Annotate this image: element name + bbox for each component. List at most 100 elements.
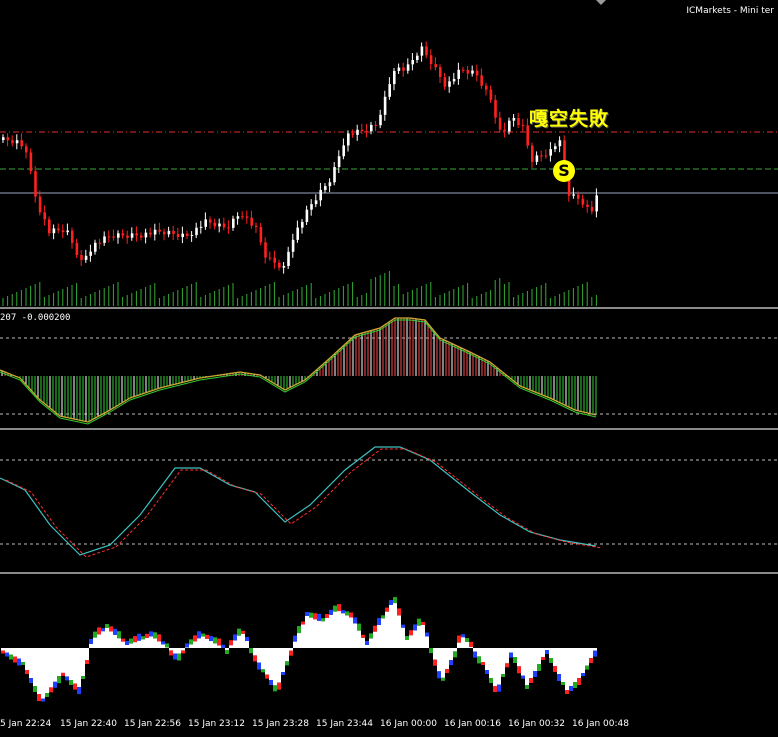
histogram-cap	[349, 612, 353, 618]
histogram-cap	[309, 612, 313, 618]
histogram-cap	[161, 641, 165, 645]
histogram-cap	[417, 618, 421, 626]
histogram-cap	[441, 677, 445, 681]
histogram-bar	[553, 648, 557, 666]
candle-body	[112, 236, 115, 238]
histogram-bar	[45, 648, 49, 693]
histogram-cap	[297, 626, 301, 634]
candle-body	[310, 204, 313, 210]
histogram-bar	[445, 648, 449, 669]
candle-body	[250, 217, 253, 226]
histogram-bar	[157, 641, 161, 648]
candle-body	[540, 155, 543, 157]
histogram-cap	[437, 671, 441, 679]
histogram-bar	[525, 648, 529, 685]
candle-body	[544, 155, 548, 157]
histogram-cap	[277, 682, 281, 690]
candle-body	[480, 75, 483, 86]
histogram-bar	[317, 620, 321, 648]
histogram-cap	[305, 612, 309, 616]
histogram-cap	[69, 680, 73, 685]
histogram-cap	[337, 604, 341, 612]
candle-body	[558, 140, 562, 147]
histogram-bar	[133, 642, 137, 648]
candle-body	[301, 221, 304, 228]
histogram-cap	[489, 678, 493, 683]
price-chart-canvas[interactable]	[0, 0, 778, 737]
histogram-cap	[73, 683, 77, 690]
histogram-bar	[297, 633, 301, 648]
pane-separator[interactable]	[0, 428, 778, 430]
histogram-bar	[433, 648, 437, 660]
histogram-bar	[437, 648, 441, 672]
histogram-bar	[13, 648, 17, 657]
candle-body	[107, 236, 111, 238]
histogram-cap	[325, 614, 329, 618]
histogram-bar	[385, 611, 389, 648]
histogram-cap	[341, 610, 345, 614]
histogram-bar	[213, 643, 217, 648]
candle-body	[439, 67, 442, 77]
candle-body	[195, 227, 198, 236]
histogram-bar	[169, 648, 173, 651]
candle-body	[117, 233, 120, 238]
candle-body	[172, 230, 175, 234]
pane-separator[interactable]	[0, 572, 778, 574]
histogram-cap	[321, 618, 325, 622]
histogram-cap	[557, 674, 561, 681]
histogram-bar	[97, 634, 101, 648]
histogram-bar	[469, 646, 473, 648]
histogram-cap	[573, 682, 577, 688]
histogram-bar	[1, 648, 5, 651]
histogram-bar	[417, 625, 421, 648]
candle-body	[347, 133, 350, 146]
pane-separator[interactable]	[0, 307, 778, 309]
candle-body	[126, 235, 129, 238]
candle-body	[144, 232, 148, 238]
histogram-bar	[509, 648, 513, 653]
histogram-cap	[465, 638, 469, 642]
histogram-bar	[209, 641, 213, 648]
histogram-bar	[577, 648, 581, 678]
histogram-cap	[249, 648, 253, 654]
candle-body	[397, 67, 401, 71]
candle-body	[98, 242, 102, 244]
histogram-cap	[65, 676, 69, 681]
histogram-cap	[169, 650, 173, 656]
histogram-bar	[129, 643, 133, 648]
candle-body	[204, 219, 207, 227]
candle-body	[209, 219, 212, 223]
candle-body	[379, 114, 382, 126]
candle-body	[80, 255, 83, 260]
histogram-bar	[73, 648, 77, 684]
histogram-bar	[425, 636, 429, 648]
histogram-cap	[193, 635, 197, 642]
histogram-cap	[421, 621, 425, 625]
histogram-cap	[153, 632, 157, 639]
candle-body	[411, 60, 414, 65]
histogram-cap	[269, 680, 273, 685]
histogram-bar	[241, 633, 245, 648]
candle-body	[163, 231, 166, 235]
histogram-cap	[141, 636, 145, 640]
candle-body	[2, 137, 5, 140]
candle-body	[365, 131, 368, 133]
histogram-cap	[521, 675, 525, 679]
candle-body	[498, 117, 502, 130]
histogram-cap	[509, 652, 513, 658]
histogram-cap	[105, 624, 109, 628]
time-axis: 5 Jan 22:24 15 Jan 22:40 15 Jan 22:56 15…	[0, 712, 778, 737]
histogram-bar	[41, 648, 45, 699]
histogram-bar	[137, 640, 141, 648]
candle-body	[89, 251, 92, 256]
histogram-bar	[301, 624, 305, 648]
histogram-bar	[497, 648, 501, 685]
histogram-bar	[569, 648, 573, 686]
candle-body	[15, 140, 19, 144]
candle-body	[416, 55, 419, 61]
histogram-cap	[553, 666, 557, 672]
histogram-cap	[233, 634, 237, 641]
sell-signal-icon: S	[553, 160, 575, 182]
chart-scroll-marker-icon[interactable]	[596, 0, 606, 5]
histogram-cap	[593, 650, 597, 657]
